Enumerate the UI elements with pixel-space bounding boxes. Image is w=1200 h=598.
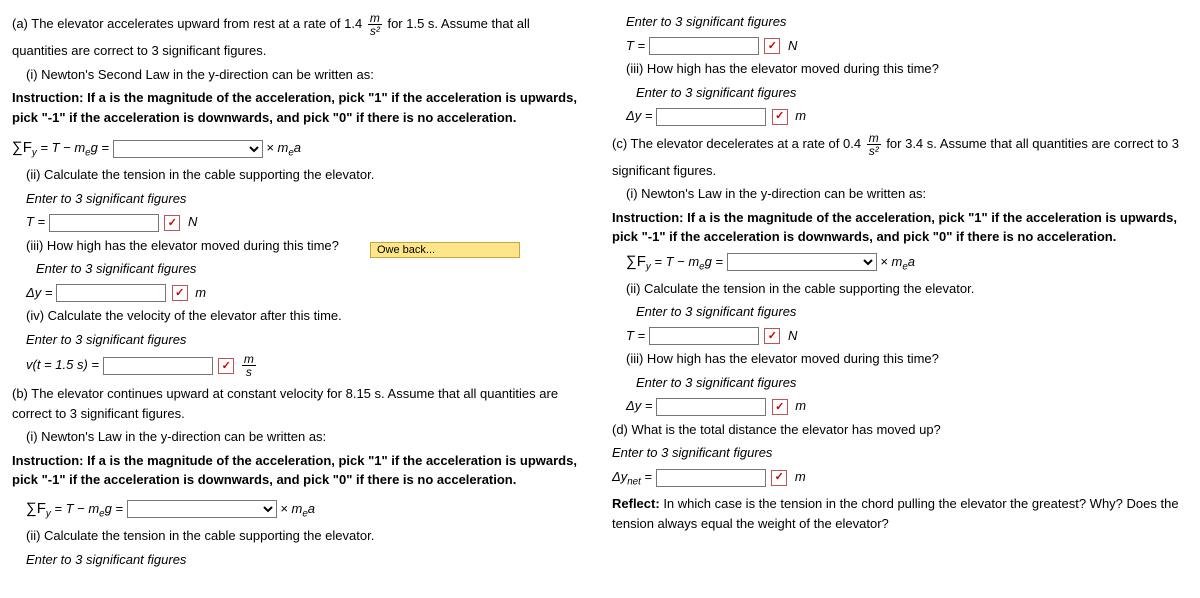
dy-input-c[interactable] (656, 398, 766, 416)
part-c-i: (i) Newton's Law in the y-direction can … (612, 184, 1188, 204)
part-b-i: (i) Newton's Law in the y-direction can … (12, 427, 588, 447)
dynet-row: Δynet = ✓ m (612, 467, 1188, 490)
unit-label: N (188, 214, 197, 229)
fraction-m-s2-icon: ms² (368, 12, 382, 37)
fraction-m-s2-icon: ms² (867, 132, 881, 157)
part-b-iii: (iii) How high has the elevator moved du… (612, 59, 1188, 79)
part-b-intro: (b) The elevator continues upward at con… (12, 384, 588, 423)
unit-label: N (788, 38, 797, 53)
tension-input-a[interactable] (49, 214, 159, 232)
sig-hint: Enter to 3 significant figures (612, 12, 1188, 32)
tooltip: Owe back... (370, 242, 520, 258)
part-a-intro: (a) The elevator accelerates upward from… (12, 12, 588, 37)
sig-hint: Enter to 3 significant figures (612, 83, 1188, 103)
part-c-ii: (ii) Calculate the tension in the cable … (612, 279, 1188, 299)
dy-row-a: Δy = ✓ m (12, 283, 588, 303)
check-icon[interactable]: ✓ (772, 399, 788, 415)
text: for 3.4 s. Assume that all quantities ar… (886, 136, 1179, 151)
text: for 1.5 s. Assume that all (387, 16, 529, 31)
part-a-iv: (iv) Calculate the velocity of the eleva… (12, 306, 588, 326)
reflect-text: In which case is the tension in the chor… (612, 496, 1179, 531)
part-d: (d) What is the total distance the eleva… (612, 420, 1188, 440)
part-c-iii: (iii) How high has the elevator moved du… (612, 349, 1188, 369)
sig-hint: Enter to 3 significant figures (12, 189, 588, 209)
velocity-row-a: v(t = 1.5 s) = ✓ ms (12, 353, 588, 378)
check-icon[interactable]: ✓ (764, 38, 780, 54)
reflect: Reflect: In which case is the tension in… (612, 494, 1188, 533)
dy-input-b[interactable] (656, 108, 766, 126)
velocity-input-a[interactable] (103, 357, 213, 375)
check-icon[interactable]: ✓ (772, 109, 788, 125)
part-a-intro-cont: quantities are correct to 3 significant … (12, 41, 588, 61)
sig-hint: Enter to 3 significant figures (612, 302, 1188, 322)
tension-row-a: T = ✓ N (12, 212, 588, 232)
text: (c) The elevator decelerates at a rate o… (612, 136, 865, 151)
left-column: (a) The elevator accelerates upward from… (0, 0, 600, 581)
unit-label: m (795, 469, 806, 484)
label: T = (26, 214, 49, 229)
sigma-icon: ∑F (26, 500, 46, 517)
dy-input-a[interactable] (56, 284, 166, 302)
fraction-m-s-icon: ms (242, 353, 256, 378)
part-c-intro-cont: significant figures. (612, 161, 1188, 181)
unit-label: m (195, 285, 206, 300)
sig-hint: Enter to 3 significant figures (12, 259, 588, 279)
accel-sign-select-c[interactable] (727, 253, 877, 271)
sig-hint: Enter to 3 significant figures (612, 373, 1188, 393)
tension-input-b[interactable] (649, 37, 759, 55)
instruction-a: Instruction: If a is the magnitude of th… (12, 88, 588, 127)
unit-label: N (788, 328, 797, 343)
part-c-intro: (c) The elevator decelerates at a rate o… (612, 132, 1188, 157)
accel-sign-select-b[interactable] (127, 500, 277, 518)
equation-b: ∑Fy = T − meg = × mea (12, 498, 588, 522)
part-b-ii: (ii) Calculate the tension in the cable … (12, 526, 588, 546)
tension-row-c: T = ✓ N (612, 326, 1188, 346)
unit-label: m (795, 108, 806, 123)
equation-c: ∑Fy = T − meg = × mea (612, 251, 1188, 275)
right-column: Enter to 3 significant figures T = ✓ N (… (600, 0, 1200, 581)
check-icon[interactable]: ✓ (164, 215, 180, 231)
sigma-icon: ∑F (12, 139, 32, 156)
label: Δy = (626, 398, 656, 413)
part-a-i: (i) Newton's Second Law in the y-directi… (12, 65, 588, 85)
check-icon[interactable]: ✓ (218, 358, 234, 374)
equation-a: ∑Fy = T − meg = × mea (12, 137, 588, 161)
label: Δy (612, 469, 627, 484)
sig-hint: Enter to 3 significant figures (612, 443, 1188, 463)
label: Δy = (626, 108, 656, 123)
check-icon[interactable]: ✓ (172, 285, 188, 301)
check-icon[interactable]: ✓ (771, 470, 787, 486)
accel-sign-select-a[interactable] (113, 140, 263, 158)
tension-row-b: T = ✓ N (612, 36, 1188, 56)
instruction-b: Instruction: If a is the magnitude of th… (12, 451, 588, 490)
tension-input-c[interactable] (649, 327, 759, 345)
text: (a) The elevator accelerates upward from… (12, 16, 366, 31)
instruction-c: Instruction: If a is the magnitude of th… (612, 208, 1188, 247)
sig-hint: Enter to 3 significant figures (12, 330, 588, 350)
dy-row-b: Δy = ✓ m (612, 106, 1188, 126)
sigma-icon: ∑F (626, 253, 646, 270)
label: T = (626, 328, 649, 343)
label: T = (626, 38, 649, 53)
unit-label: m (795, 398, 806, 413)
label: Δy = (26, 285, 56, 300)
part-a-ii: (ii) Calculate the tension in the cable … (12, 165, 588, 185)
dy-row-c: Δy = ✓ m (612, 396, 1188, 416)
label: v(t = 1.5 s) = (26, 357, 103, 372)
check-icon[interactable]: ✓ (764, 328, 780, 344)
dynet-input[interactable] (656, 469, 766, 487)
sig-hint: Enter to 3 significant figures (12, 550, 588, 570)
